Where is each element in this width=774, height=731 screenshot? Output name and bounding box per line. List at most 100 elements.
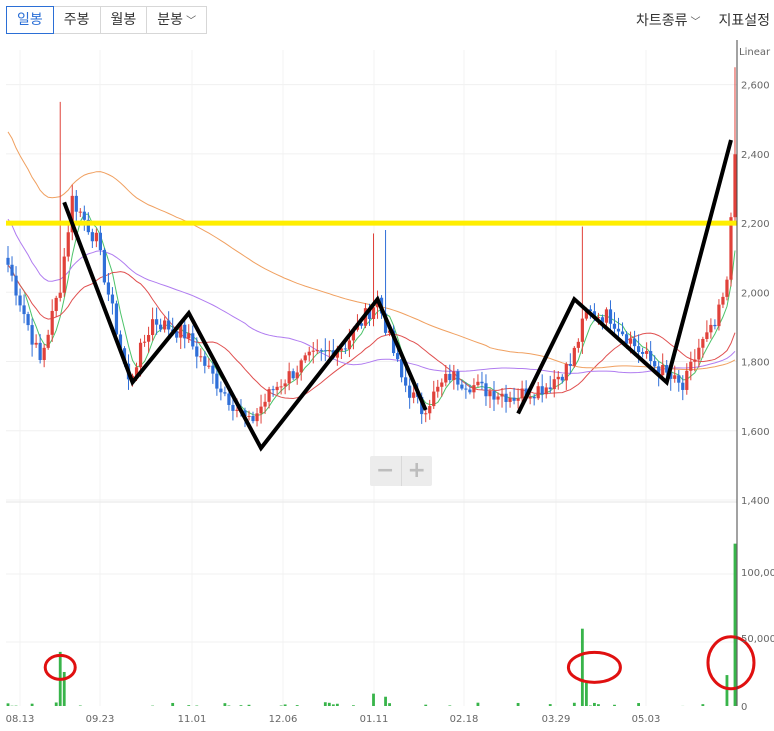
candle-body	[343, 348, 347, 350]
volume-highlight-circle	[566, 650, 622, 684]
candle-body	[327, 350, 331, 352]
candle-body	[661, 365, 665, 376]
candle-body	[508, 397, 512, 402]
volume-tick: 0	[741, 702, 747, 713]
candle-body	[685, 370, 689, 390]
date-tick: 03.29	[542, 714, 571, 725]
candle-body	[649, 351, 653, 362]
candle-body	[709, 324, 713, 333]
candle-body	[544, 387, 548, 395]
candle-body	[440, 382, 444, 387]
candle-body	[142, 341, 147, 343]
candle-body	[146, 335, 151, 342]
volume-tick: 50,000	[741, 634, 774, 645]
volume-bar	[384, 696, 387, 706]
volume-bar	[572, 702, 576, 706]
candle-body	[247, 415, 251, 417]
candle-body	[641, 351, 645, 354]
candle-body	[163, 320, 167, 330]
candle-body	[191, 333, 195, 347]
candle-body	[251, 415, 255, 422]
candle-body	[560, 376, 564, 381]
candle-body	[371, 307, 376, 320]
zoom-in-button[interactable]: +	[402, 456, 433, 486]
candle-body	[528, 396, 532, 399]
candle-body	[195, 346, 199, 357]
drawing-overlay	[6, 139, 756, 691]
candle-body	[235, 409, 239, 411]
candle-body	[307, 351, 311, 356]
candle-body	[412, 392, 416, 398]
candle-body	[448, 373, 452, 381]
candle-body	[540, 386, 544, 395]
candle-body	[580, 318, 584, 342]
candle-body	[677, 375, 681, 383]
candle-body	[432, 391, 436, 407]
candle-body	[46, 334, 50, 348]
candle-body	[424, 413, 428, 415]
candle-body	[106, 282, 111, 295]
candle-body	[303, 355, 307, 361]
volume-bar	[725, 675, 729, 706]
candle-body	[681, 382, 685, 390]
candle-body	[729, 217, 733, 280]
volume-bar	[323, 702, 327, 706]
candle-body	[311, 350, 315, 352]
volume-tick: 100,000	[741, 568, 774, 579]
volume-bar	[584, 682, 588, 706]
date-tick: 09.23	[86, 714, 115, 725]
candle-body	[42, 347, 46, 360]
candle-body	[299, 360, 303, 373]
candle-body	[572, 347, 576, 366]
candle-body	[347, 340, 352, 350]
volume-bar	[701, 704, 705, 706]
candle-body	[102, 249, 107, 283]
candle-body	[6, 257, 10, 265]
chart-grid	[6, 50, 737, 706]
candle-body	[673, 375, 677, 379]
volume-bar	[733, 543, 737, 706]
candle-body	[636, 346, 641, 352]
candle-body	[279, 386, 283, 388]
zoom-out-button[interactable]: −	[370, 456, 402, 486]
candle-body	[14, 275, 18, 296]
candle-body	[78, 211, 82, 213]
volume-bar	[6, 703, 10, 706]
candle-body	[612, 323, 617, 329]
candle-body	[38, 342, 42, 360]
candle-body	[203, 356, 207, 366]
candle-body	[697, 347, 701, 360]
volume-bar	[171, 702, 175, 706]
candle-body	[616, 328, 621, 332]
candle-body	[576, 341, 580, 348]
candle-body	[323, 350, 327, 352]
volume-bar	[424, 704, 428, 706]
candle-body	[628, 338, 633, 344]
candle-body	[231, 404, 235, 411]
volume-bar	[239, 705, 243, 706]
candle-body	[725, 279, 729, 297]
candle-body	[552, 379, 556, 390]
candle-body	[620, 331, 625, 335]
volume-bar	[54, 702, 58, 706]
candle-body	[520, 388, 524, 399]
candle-body	[199, 356, 203, 358]
candle-body	[632, 338, 637, 347]
candle-body	[10, 264, 14, 276]
volume-bar	[335, 703, 339, 706]
candle-body	[211, 365, 215, 374]
candle-body	[496, 396, 500, 400]
candle-body	[408, 385, 412, 398]
date-tick: 12.06	[269, 714, 298, 725]
candle-body	[693, 359, 697, 362]
candle-body	[215, 373, 219, 389]
candle-body	[315, 350, 319, 352]
candle-body	[26, 314, 30, 326]
candle-body	[404, 377, 408, 386]
candle-body	[62, 256, 66, 293]
candle-body	[82, 211, 86, 220]
candle-body	[456, 371, 460, 385]
volume-bar	[331, 704, 335, 706]
volume-bars	[6, 543, 737, 706]
stock-chart[interactable]: Linear 2,600 2,400 2,200 2,000 1,800 1,600 1,40…	[0, 0, 774, 731]
